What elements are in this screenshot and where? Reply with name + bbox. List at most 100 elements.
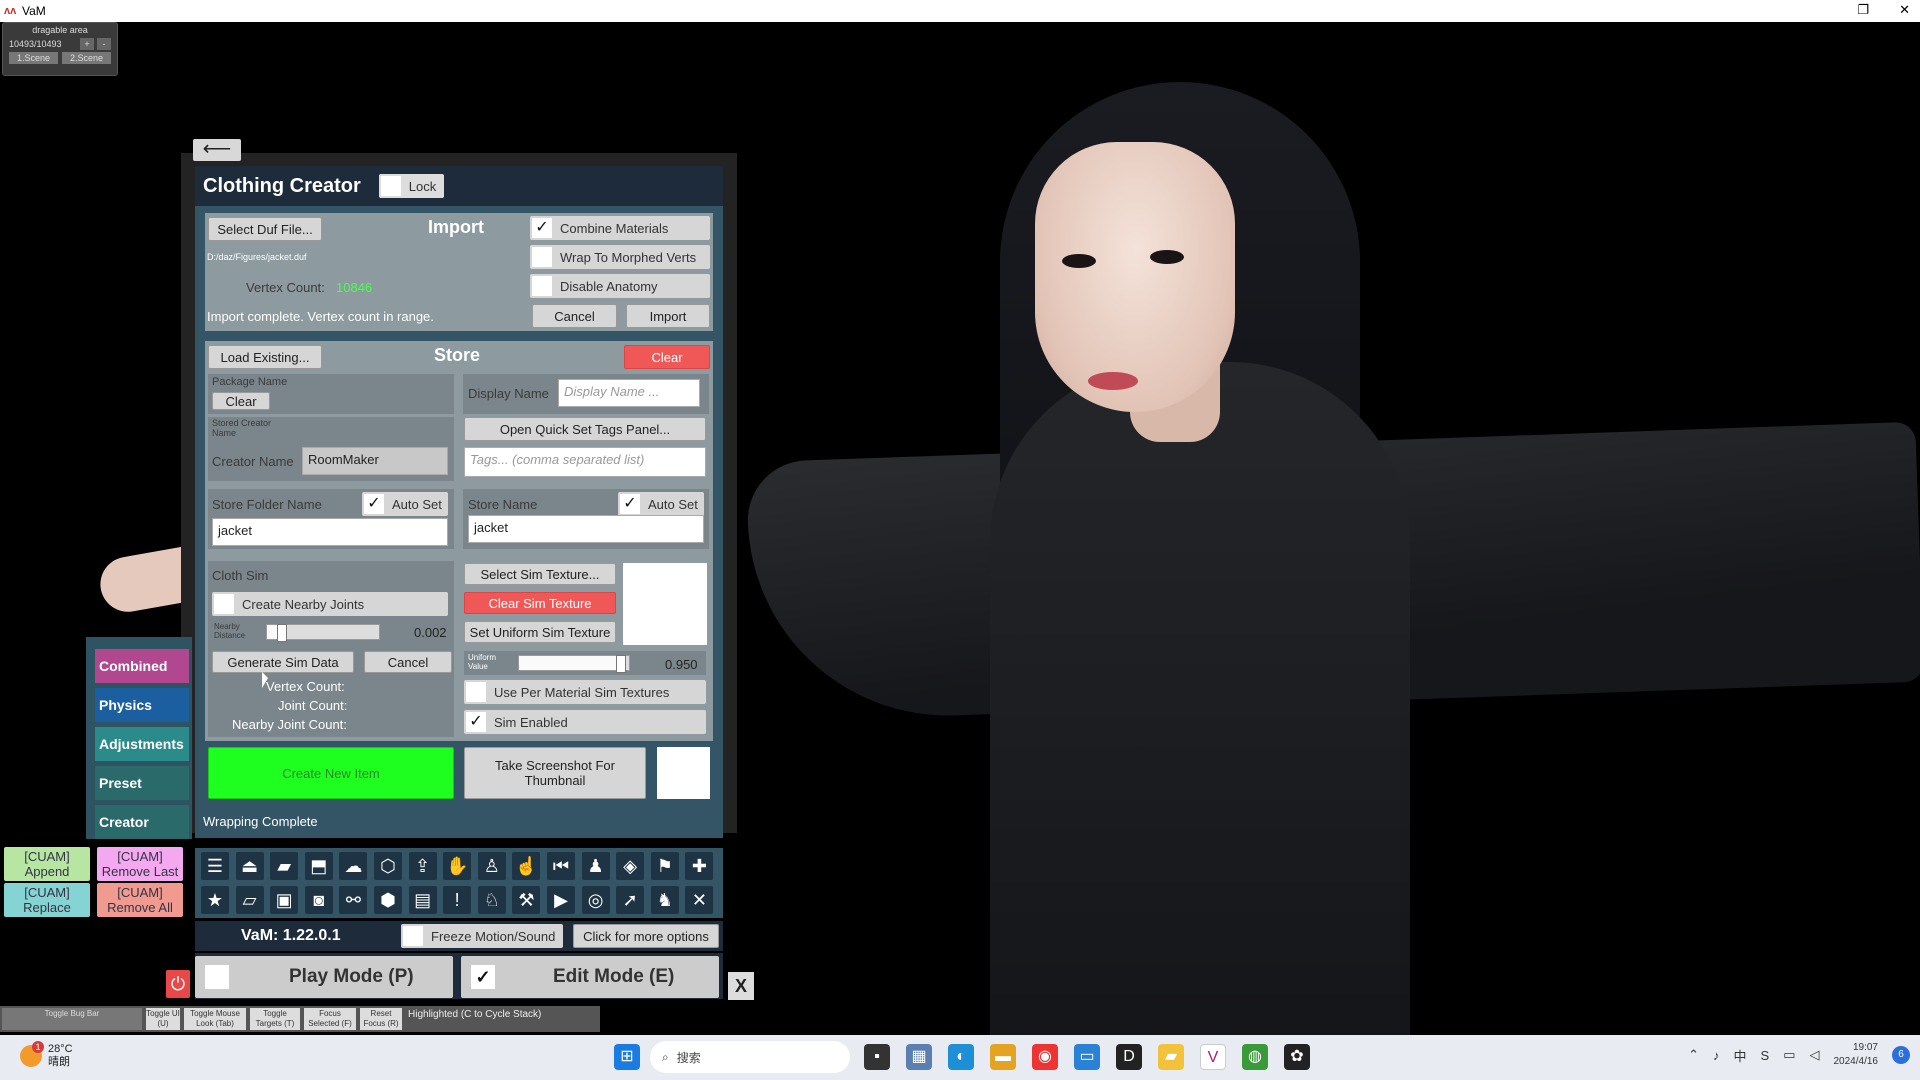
- import-button[interactable]: Import: [626, 304, 710, 328]
- save-red-icon[interactable]: ⬒: [304, 852, 333, 880]
- star-icon[interactable]: ★: [201, 886, 229, 914]
- scene-2-button[interactable]: 2.Scene: [62, 52, 111, 64]
- hint-reset-focus[interactable]: Reset Focus (R): [360, 1008, 402, 1030]
- file-explorer-icon[interactable]: ▰: [1158, 1044, 1184, 1070]
- tab-creator[interactable]: Creator: [95, 805, 189, 839]
- notification-badge[interactable]: 6: [1892, 1046, 1910, 1064]
- cuam-replace-button[interactable]: [CUAM] Replace: [4, 883, 90, 917]
- uniform-value-slider[interactable]: [518, 655, 630, 673]
- weather-widget[interactable]: 1 28°C 晴朗: [20, 1041, 73, 1069]
- cursor-icon[interactable]: ➚: [616, 886, 645, 914]
- name-auto-set-toggle[interactable]: ✓ Auto Set: [618, 492, 704, 516]
- edit-mode-button[interactable]: ✓ Edit Mode (E): [461, 956, 719, 998]
- load-existing-button[interactable]: Load Existing...: [208, 345, 322, 369]
- document-icon[interactable]: ▤: [408, 886, 437, 914]
- widget-plus-button[interactable]: +: [80, 38, 94, 50]
- store-icon[interactable]: ▭: [1074, 1044, 1100, 1070]
- nearby-distance-handle[interactable]: [277, 624, 287, 642]
- freeze-motion-toggle[interactable]: Freeze Motion/Sound: [401, 924, 563, 948]
- freeze-motion-checkbox[interactable]: [403, 926, 423, 946]
- creator-name-field[interactable]: RoomMaker: [302, 447, 448, 475]
- open-tags-button[interactable]: Open Quick Set Tags Panel...: [464, 417, 706, 441]
- tags-field[interactable]: Tags... (comma separated list): [464, 447, 706, 477]
- network-icon[interactable]: ▭: [1783, 1047, 1795, 1063]
- open-folder-icon[interactable]: ▱: [235, 886, 264, 914]
- tab-adjustments[interactable]: Adjustments: [95, 727, 189, 761]
- person-settings-icon[interactable]: ♙: [477, 852, 506, 880]
- hint-toggle-bug-bar[interactable]: Toggle Bug Bar: [2, 1008, 142, 1030]
- generate-sim-button[interactable]: Generate Sim Data: [212, 651, 354, 673]
- disable-anatomy-checkbox[interactable]: [532, 276, 552, 296]
- set-uniform-texture-button[interactable]: Set Uniform Sim Texture: [464, 621, 616, 643]
- cuam-remove-all-button[interactable]: [CUAM] Remove All: [97, 883, 183, 917]
- more-options-button[interactable]: Click for more options: [573, 924, 719, 948]
- wrench-icon[interactable]: ⚒: [512, 886, 541, 914]
- hint-toggle-targets[interactable]: Toggle Targets (T): [250, 1008, 300, 1030]
- microphone-icon[interactable]: ♪: [1713, 1048, 1720, 1063]
- select-sim-texture-button[interactable]: Select Sim Texture...: [464, 563, 616, 585]
- close-icon[interactable]: ✕: [1899, 2, 1910, 18]
- cuam-remove-last-button[interactable]: [CUAM] Remove Last: [97, 847, 183, 881]
- skip-back-icon[interactable]: ⏮: [547, 852, 575, 880]
- unity-box-icon[interactable]: ⬢: [374, 886, 402, 914]
- load-scene-icon[interactable]: ⏏: [235, 852, 264, 880]
- cloud-icon[interactable]: ☁: [339, 852, 368, 880]
- tray-chevron-icon[interactable]: ⌃: [1688, 1047, 1699, 1063]
- uniform-value-handle[interactable]: [616, 655, 626, 673]
- unity-icon[interactable]: ◈: [616, 852, 645, 880]
- wrap-morphed-toggle[interactable]: Wrap To Morphed Verts: [530, 245, 710, 269]
- person-edit-icon[interactable]: ♘: [477, 886, 506, 914]
- add-icon[interactable]: ✚: [685, 852, 714, 880]
- clear-sim-texture-button[interactable]: Clear Sim Texture: [464, 592, 616, 614]
- draggable-scene-widget[interactable]: dragable area 10493/10493 + - 1.Scene 2.…: [2, 22, 118, 76]
- start-icon[interactable]: ⊞: [614, 1044, 640, 1070]
- chrome-icon[interactable]: ◉: [1032, 1044, 1058, 1070]
- sim-enabled-toggle[interactable]: ✓ Sim Enabled: [464, 710, 706, 734]
- clock[interactable]: 19:07 2024/4/16: [1834, 1041, 1879, 1069]
- scene-1-button[interactable]: 1.Scene: [9, 52, 58, 64]
- package-icon[interactable]: ⬡: [374, 852, 402, 880]
- combine-materials-checkbox[interactable]: ✓: [532, 218, 552, 238]
- photos-icon[interactable]: ▦: [906, 1044, 932, 1070]
- sim-cancel-button[interactable]: Cancel: [364, 651, 452, 673]
- edge-icon[interactable]: ◐: [948, 1044, 974, 1070]
- close-ui-button[interactable]: X: [728, 972, 754, 1000]
- tools-icon[interactable]: ✕: [685, 886, 714, 914]
- daz-studio-icon[interactable]: D: [1116, 1044, 1142, 1070]
- store-name-field[interactable]: jacket: [468, 515, 704, 543]
- camera-icon[interactable]: ◙: [304, 886, 333, 914]
- open-folder-icon[interactable]: ▰: [270, 852, 299, 880]
- per-material-toggle[interactable]: Use Per Material Sim Textures: [464, 680, 706, 704]
- edit-mode-checkbox[interactable]: ✓: [471, 965, 495, 989]
- language-icon[interactable]: 中: [1734, 1046, 1747, 1065]
- hint-toggle-ui[interactable]: Toggle UI (U): [146, 1008, 180, 1030]
- create-nearby-joints-toggle[interactable]: Create Nearby Joints: [212, 592, 448, 616]
- graph-icon[interactable]: ⚯: [339, 886, 368, 914]
- volume-icon[interactable]: ◁: [1810, 1047, 1820, 1063]
- tab-physics[interactable]: Physics: [95, 688, 189, 722]
- per-material-checkbox[interactable]: [466, 682, 486, 702]
- lock-checkbox[interactable]: [380, 176, 401, 196]
- create-nearby-joints-checkbox[interactable]: [214, 594, 234, 614]
- play-mode-checkbox[interactable]: [205, 965, 229, 989]
- select-duf-button[interactable]: Select Duf File...: [208, 217, 322, 241]
- import-cancel-button[interactable]: Cancel: [532, 304, 617, 328]
- alert-icon[interactable]: !: [443, 886, 472, 914]
- menu-icon[interactable]: ☰: [201, 852, 229, 880]
- lock-toggle[interactable]: Lock: [378, 174, 445, 198]
- wrap-morphed-checkbox[interactable]: [532, 247, 552, 267]
- name-auto-set-checkbox[interactable]: ✓: [620, 494, 640, 514]
- hand-icon[interactable]: ✋: [443, 852, 472, 880]
- store-clear-button[interactable]: Clear: [624, 345, 710, 369]
- create-new-item-button[interactable]: Create New Item: [208, 747, 454, 799]
- export-icon[interactable]: ⇪: [408, 852, 437, 880]
- display-name-field[interactable]: Display Name ...: [558, 379, 700, 407]
- disable-anatomy-toggle[interactable]: Disable Anatomy: [530, 274, 710, 298]
- power-icon[interactable]: ⏻: [166, 970, 190, 998]
- sim-enabled-checkbox[interactable]: ✓: [466, 712, 486, 732]
- play-mode-button[interactable]: Play Mode (P): [195, 956, 453, 998]
- hint-focus-selected[interactable]: Focus Selected (F): [304, 1008, 356, 1030]
- pointer-hand-icon[interactable]: ☝: [512, 852, 541, 880]
- tab-preset[interactable]: Preset: [95, 766, 189, 800]
- take-screenshot-button[interactable]: Take Screenshot For Thumbnail: [464, 747, 646, 799]
